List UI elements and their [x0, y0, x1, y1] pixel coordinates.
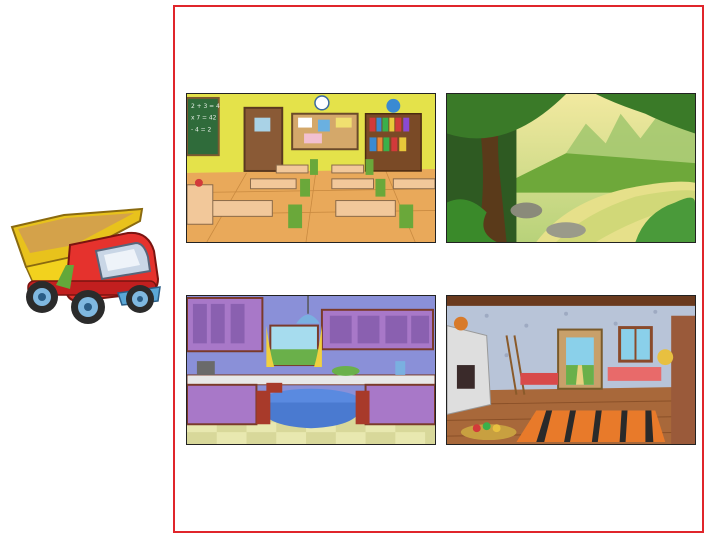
cottage-interior-scene-image[interactable]: [446, 295, 696, 445]
kitchen-scene-image[interactable]: [186, 295, 436, 445]
toy-dump-truck-icon[interactable]: [8, 205, 163, 330]
classroom-scene-image[interactable]: 2 + 3 = 4 x 7 = 42 - 4 = 2: [186, 93, 436, 243]
board-line-2: x 7 = 42: [191, 115, 217, 122]
jungle-river-scene-image[interactable]: [446, 93, 696, 243]
board-line-1: 2 + 3 = 4: [191, 103, 220, 110]
board-line-3: - 4 = 2: [191, 127, 212, 134]
answer-frame: [173, 5, 704, 533]
